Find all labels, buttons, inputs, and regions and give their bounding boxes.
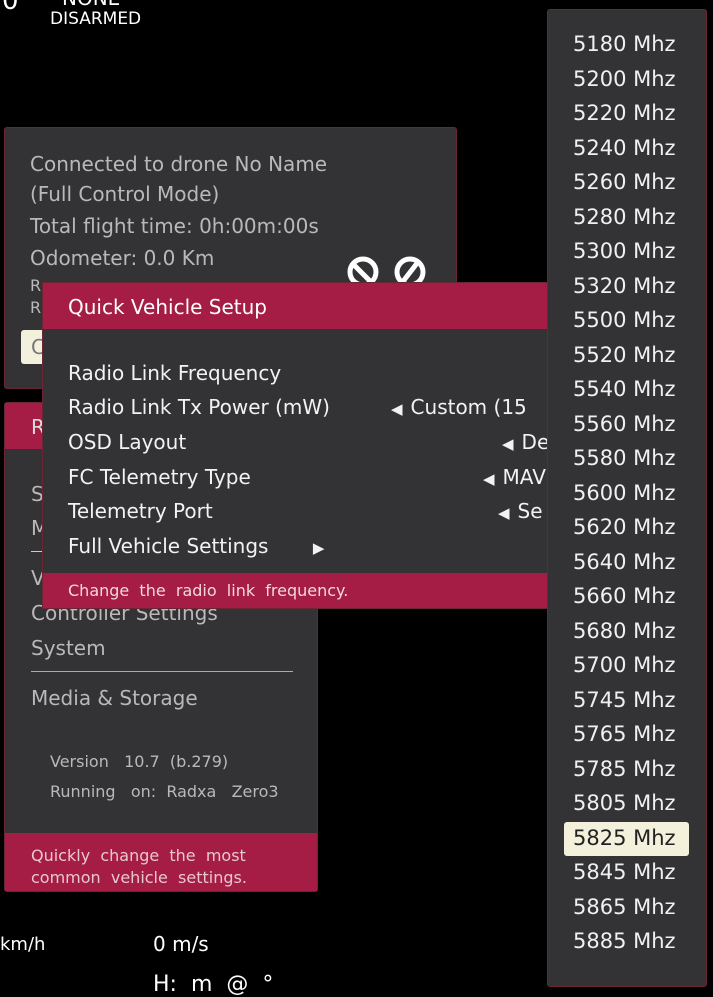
- dialog-title: Quick Vehicle Setup: [68, 295, 268, 319]
- frequency-option[interactable]: 5620 Mhz: [573, 515, 676, 539]
- hud-vertical-speed: 0 m/s: [153, 932, 209, 956]
- frequency-option[interactable]: 5580 Mhz: [573, 446, 676, 470]
- telemetry-port-value-text: Se: [517, 499, 543, 523]
- arrow-left-icon: ◀: [483, 470, 495, 488]
- telemetry-port-value[interactable]: ◀ Se: [498, 499, 543, 523]
- media-storage-item[interactable]: Media & Storage: [31, 686, 198, 710]
- armed-status: DISARMED: [50, 9, 142, 29]
- frequency-option[interactable]: 5600 Mhz: [573, 481, 676, 505]
- frequency-option[interactable]: 5660 Mhz: [573, 584, 676, 608]
- full-vehicle-settings-item[interactable]: Full Vehicle Settings ▶: [68, 534, 324, 558]
- frequency-option[interactable]: 5220 Mhz: [573, 101, 676, 125]
- osd-layout-label: OSD Layout: [68, 430, 187, 454]
- frequency-option[interactable]: 5825 Mhz: [573, 826, 676, 850]
- radio-link-frequency-label: Radio Link Frequency: [68, 361, 282, 385]
- frequency-option[interactable]: 5300 Mhz: [573, 239, 676, 263]
- frequency-option[interactable]: 5320 Mhz: [573, 274, 676, 298]
- frequency-option[interactable]: 5560 Mhz: [573, 412, 676, 436]
- settings-divider-2: [31, 671, 293, 672]
- system-item[interactable]: System: [31, 636, 106, 660]
- frequency-option[interactable]: 5745 Mhz: [573, 688, 676, 712]
- arrow-left-icon: ◀: [502, 435, 514, 453]
- frequency-option[interactable]: 5540 Mhz: [573, 377, 676, 401]
- drone-line5-partial: R: [30, 276, 42, 295]
- version-text: Version 10.7 (b.279): [50, 752, 229, 771]
- tx-power-value[interactable]: ◀ Custom (15: [391, 395, 527, 419]
- frequency-option[interactable]: 5845 Mhz: [573, 860, 676, 884]
- frequency-option[interactable]: 5805 Mhz: [573, 791, 676, 815]
- drone-connection-text: Connected to drone No Name: [30, 152, 328, 176]
- radio-link-tx-power-label: Radio Link Tx Power (mW): [68, 395, 330, 419]
- dialog-footer-text: Change the radio link frequency.: [68, 581, 349, 600]
- tx-power-value-text: Custom (15: [410, 395, 527, 419]
- fc-telemetry-type-value[interactable]: ◀ MAV: [483, 465, 546, 489]
- frequency-option[interactable]: 5680 Mhz: [573, 619, 676, 643]
- hud-top-number: 0: [2, 0, 19, 16]
- frequency-option[interactable]: 5500 Mhz: [573, 308, 676, 332]
- osd-layout-value[interactable]: ◀ De: [502, 430, 549, 454]
- odometer-text: Odometer: 0.0 Km: [30, 246, 215, 270]
- dialog-header: Quick Vehicle Setup: [43, 283, 549, 329]
- full-vehicle-settings-label: Full Vehicle Settings: [68, 534, 269, 558]
- settings-footer: Quickly change the most common vehicle s…: [5, 833, 317, 891]
- frequency-option[interactable]: 5885 Mhz: [573, 929, 676, 953]
- fc-telemetry-type-item[interactable]: FC Telemetry Type: [68, 465, 251, 489]
- arrow-left-icon: ◀: [391, 400, 403, 418]
- hud-bottom-text: H: m @ °: [153, 972, 274, 997]
- frequency-option[interactable]: 5785 Mhz: [573, 757, 676, 781]
- frequency-option[interactable]: 5240 Mhz: [573, 136, 676, 160]
- fc-telemetry-type-value-text: MAV: [502, 465, 546, 489]
- drone-mode-text: (Full Control Mode): [30, 182, 220, 206]
- osd-layout-value-text: De: [521, 430, 550, 454]
- drone-line6-partial: R: [30, 298, 42, 317]
- frequency-option[interactable]: 5640 Mhz: [573, 550, 676, 574]
- frequency-option[interactable]: 5260 Mhz: [573, 170, 676, 194]
- frequency-option[interactable]: 5200 Mhz: [573, 67, 676, 91]
- dialog-footer: Change the radio link frequency.: [43, 573, 549, 608]
- flight-time-text: Total flight time: 0h:00m:00s: [30, 214, 319, 238]
- frequency-option[interactable]: 5865 Mhz: [573, 895, 676, 919]
- arrow-left-icon: ◀: [498, 504, 510, 522]
- frequency-option[interactable]: 5700 Mhz: [573, 653, 676, 677]
- frequency-option[interactable]: 5765 Mhz: [573, 722, 676, 746]
- arrow-right-icon: ▶: [312, 539, 325, 557]
- running-on-text: Running on: Radxa Zero3: [50, 782, 279, 801]
- quick-vehicle-setup-dialog: Quick Vehicle Setup Radio Link Frequency…: [42, 282, 550, 609]
- frequency-option[interactable]: 5280 Mhz: [573, 205, 676, 229]
- fc-telemetry-type-label: FC Telemetry Type: [68, 465, 251, 489]
- radio-link-tx-power-item[interactable]: Radio Link Tx Power (mW): [68, 395, 330, 419]
- osd-layout-item[interactable]: OSD Layout: [68, 430, 186, 454]
- telemetry-port-item[interactable]: Telemetry Port: [68, 499, 213, 523]
- settings-footer-text: Quickly change the most common vehicle s…: [31, 846, 256, 887]
- frequency-option[interactable]: 5180 Mhz: [573, 32, 676, 56]
- frequency-list: 5180 Mhz 5200 Mhz 5220 Mhz 5240 Mhz 5260 Mhz…: [547, 9, 707, 987]
- hud-speed-left: km/h: [0, 934, 46, 955]
- frequency-option[interactable]: 5520 Mhz: [573, 343, 676, 367]
- radio-link-frequency-item[interactable]: Radio Link Frequency: [68, 361, 281, 385]
- telemetry-port-label: Telemetry Port: [68, 499, 213, 523]
